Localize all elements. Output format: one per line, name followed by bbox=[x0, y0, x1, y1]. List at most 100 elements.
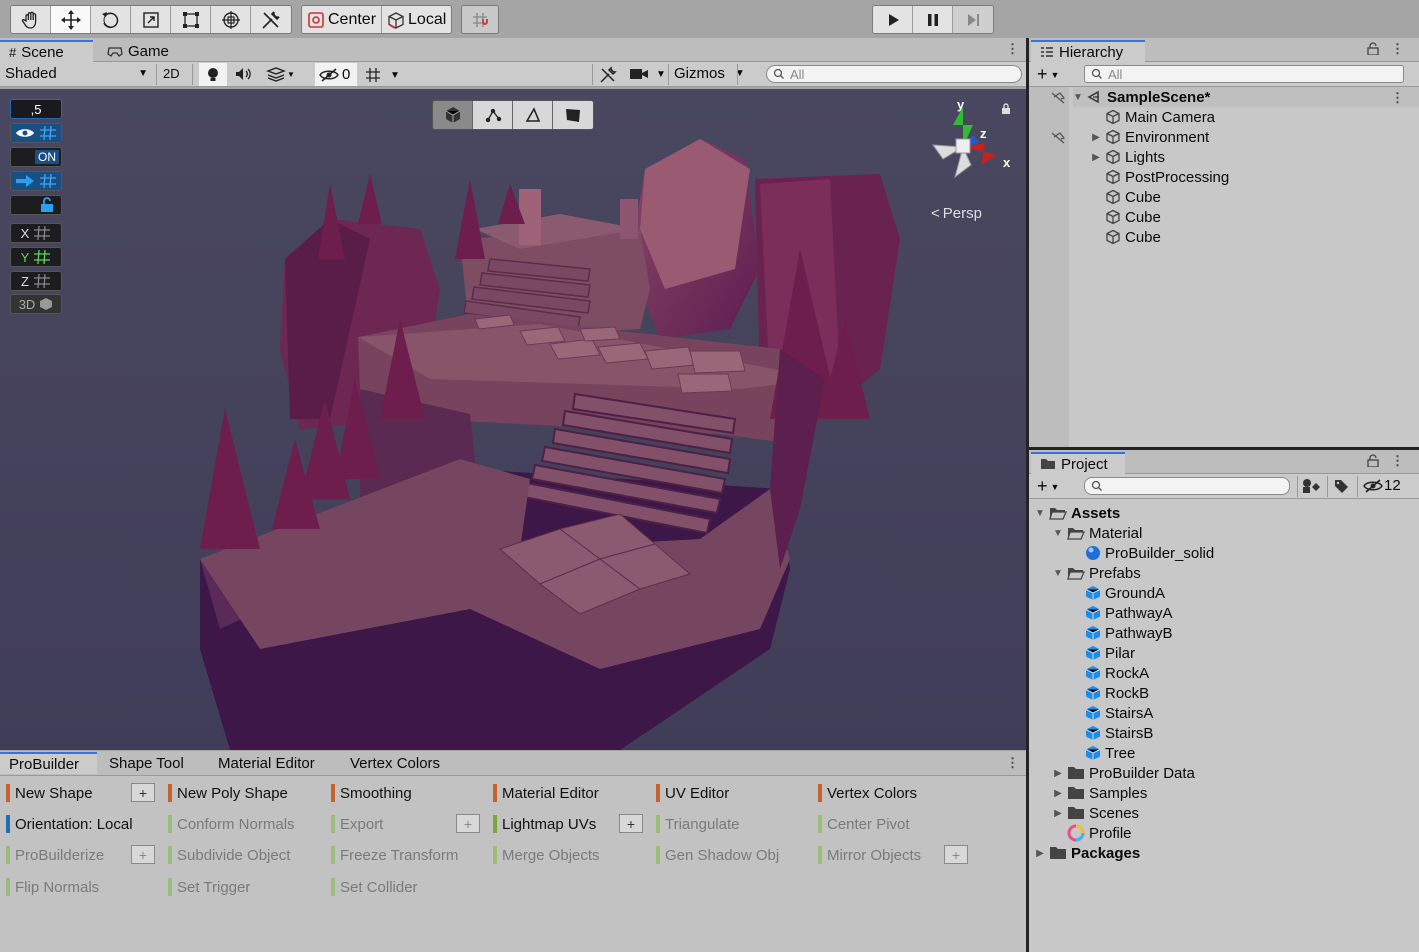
hand-tool-icon[interactable] bbox=[11, 6, 51, 33]
prefab-asset[interactable]: PathwayB bbox=[1071, 623, 1173, 643]
folder-material[interactable]: ▼ Material bbox=[1053, 523, 1142, 543]
tab-material-editor[interactable]: Material Editor bbox=[209, 752, 324, 774]
hierarchy-item[interactable]: ▶ Lights bbox=[1091, 147, 1165, 167]
folder-probuilder-data[interactable]: ▶ ProBuilder Data bbox=[1053, 763, 1195, 783]
tab-game[interactable]: Game bbox=[98, 40, 178, 62]
create-button[interactable]: + ▼ bbox=[1037, 64, 1059, 85]
folder-assets[interactable]: ▼ Assets bbox=[1035, 503, 1120, 523]
grid-snap-icon[interactable] bbox=[462, 6, 498, 33]
push-to-grid-button[interactable] bbox=[10, 171, 62, 191]
hierarchy-menu-icon[interactable]: ⋮ bbox=[1391, 42, 1404, 55]
vertex-mode-icon[interactable] bbox=[473, 101, 513, 129]
lock-icon[interactable] bbox=[1367, 454, 1379, 467]
rect-tool-icon[interactable] bbox=[171, 6, 211, 33]
probuilder-menu-icon[interactable]: ⋮ bbox=[1006, 756, 1019, 769]
expand-arrow-icon[interactable]: ▶ bbox=[1053, 808, 1063, 819]
pivot-rotation-button[interactable]: Local bbox=[382, 6, 452, 33]
new-shape-options-button[interactable]: + bbox=[131, 783, 155, 802]
camera-settings[interactable]: ▼ bbox=[629, 67, 666, 81]
material-editor-button[interactable]: Material Editor bbox=[493, 782, 599, 804]
tab-vertex-colors[interactable]: Vertex Colors bbox=[341, 752, 449, 774]
mirror-objects-button[interactable]: Mirror Objects bbox=[818, 844, 921, 866]
move-tool-icon[interactable] bbox=[51, 6, 91, 33]
subdivide-object-button[interactable]: Subdivide Object bbox=[168, 844, 290, 866]
lock-icon[interactable] bbox=[1367, 42, 1379, 55]
environment-visibility-icon[interactable] bbox=[1051, 131, 1065, 145]
profile-asset[interactable]: Profile bbox=[1053, 823, 1132, 843]
tools-icon[interactable] bbox=[599, 66, 617, 84]
smoothing-button[interactable]: Smoothing bbox=[331, 782, 412, 804]
freeze-transform-button[interactable]: Freeze Transform bbox=[331, 844, 458, 866]
pause-icon[interactable] bbox=[913, 6, 953, 33]
transform-tool-icon[interactable] bbox=[211, 6, 251, 33]
prefab-asset[interactable]: StairsB bbox=[1071, 723, 1153, 743]
mirror-objects-options-button[interactable]: + bbox=[944, 845, 968, 864]
folder-scenes[interactable]: ▶ Scenes bbox=[1053, 803, 1139, 823]
scene-search-input[interactable]: All bbox=[766, 65, 1022, 83]
tab-project[interactable]: Project bbox=[1031, 452, 1125, 474]
center-pivot-button[interactable]: Center Pivot bbox=[818, 813, 910, 835]
label-tag-icon[interactable] bbox=[1333, 478, 1349, 494]
gizmo-lock-icon[interactable] bbox=[1000, 103, 1012, 115]
grid-x-toggle[interactable]: X bbox=[10, 223, 62, 243]
scene-row-menu-icon[interactable]: ⋮ bbox=[1391, 91, 1404, 104]
expand-arrow-icon[interactable]: ▶ bbox=[1091, 132, 1101, 143]
prefab-asset[interactable]: GroundA bbox=[1071, 583, 1165, 603]
expand-arrow-icon[interactable]: ▼ bbox=[1053, 528, 1063, 539]
tab-scene[interactable]: # Scene bbox=[0, 40, 93, 62]
scale-tool-icon[interactable] bbox=[131, 6, 171, 33]
gizmos-dropdown[interactable]: Gizmos ▼ bbox=[674, 65, 745, 82]
folder-samples[interactable]: ▶ Samples bbox=[1053, 783, 1147, 803]
gen-shadow-obj-button[interactable]: Gen Shadow Obj bbox=[656, 844, 779, 866]
export-options-button[interactable]: + bbox=[456, 814, 480, 833]
hierarchy-item[interactable]: PostProcessing bbox=[1091, 167, 1229, 187]
prefab-asset[interactable]: RockA bbox=[1071, 663, 1149, 683]
prefab-asset[interactable]: StairsA bbox=[1071, 703, 1153, 723]
custom-tool-icon[interactable] bbox=[251, 6, 291, 33]
snap-value-field[interactable]: ,5 bbox=[10, 99, 62, 119]
orientation-button[interactable]: Orientation: Local bbox=[6, 813, 133, 835]
lightmap-uvs-options-button[interactable]: + bbox=[619, 814, 643, 833]
folder-prefabs[interactable]: ▼ Prefabs bbox=[1053, 563, 1141, 583]
face-mode-icon[interactable] bbox=[553, 101, 593, 129]
material-asset[interactable]: ProBuilder_solid bbox=[1071, 543, 1214, 563]
snap-enabled-toggle[interactable]: ON bbox=[10, 147, 62, 167]
shading-dropdown[interactable]: Shaded ▼ bbox=[5, 65, 148, 82]
expand-arrow-icon[interactable]: ▼ bbox=[1073, 92, 1083, 103]
prefab-asset[interactable]: PathwayA bbox=[1071, 603, 1173, 623]
vertex-colors-button[interactable]: Vertex Colors bbox=[818, 782, 917, 804]
expand-arrow-icon[interactable]: ▼ bbox=[1053, 568, 1063, 579]
hierarchy-item[interactable]: Cube bbox=[1091, 207, 1161, 227]
hierarchy-search-input[interactable]: All bbox=[1084, 65, 1404, 83]
expand-arrow-icon[interactable]: ▶ bbox=[1053, 788, 1063, 799]
grid-y-toggle[interactable]: Y bbox=[10, 247, 62, 267]
uv-editor-button[interactable]: UV Editor bbox=[656, 782, 729, 804]
expand-arrow-icon[interactable]: ▶ bbox=[1035, 848, 1045, 859]
audio-icon[interactable] bbox=[234, 66, 254, 82]
hierarchy-item[interactable]: Main Camera bbox=[1091, 107, 1215, 127]
new-shape-button[interactable]: New Shape bbox=[6, 782, 93, 804]
expand-arrow-icon[interactable]: ▼ bbox=[1035, 508, 1045, 519]
flip-normals-button[interactable]: Flip Normals bbox=[6, 876, 99, 898]
rotate-tool-icon[interactable] bbox=[91, 6, 131, 33]
set-trigger-button[interactable]: Set Trigger bbox=[168, 876, 250, 898]
hidden-objects-toggle[interactable]: 0 bbox=[315, 63, 357, 86]
expand-arrow-icon[interactable]: ▶ bbox=[1053, 768, 1063, 779]
pivot-mode-button[interactable]: Center bbox=[302, 6, 383, 33]
tab-shape-tool[interactable]: Shape Tool bbox=[100, 752, 193, 774]
project-menu-icon[interactable]: ⋮ bbox=[1391, 454, 1404, 467]
grid-z-toggle[interactable]: Z bbox=[10, 271, 62, 291]
lightmap-uvs-button[interactable]: Lightmap UVs bbox=[493, 813, 596, 835]
edge-mode-icon[interactable] bbox=[513, 101, 553, 129]
probuilderize-button[interactable]: ProBuilderize bbox=[6, 844, 104, 866]
play-icon[interactable] bbox=[873, 6, 913, 33]
project-search-input[interactable] bbox=[1084, 477, 1290, 495]
prefab-asset[interactable]: RockB bbox=[1071, 683, 1149, 703]
new-poly-shape-button[interactable]: New Poly Shape bbox=[168, 782, 288, 804]
set-collider-button[interactable]: Set Collider bbox=[331, 876, 418, 898]
grid-lock-toggle[interactable] bbox=[10, 195, 62, 215]
toggle-2d-button[interactable]: 2D bbox=[163, 66, 180, 81]
prefab-asset[interactable]: Pilar bbox=[1071, 643, 1135, 663]
folder-packages[interactable]: ▶ Packages bbox=[1035, 843, 1140, 863]
object-mode-icon[interactable] bbox=[433, 101, 473, 129]
